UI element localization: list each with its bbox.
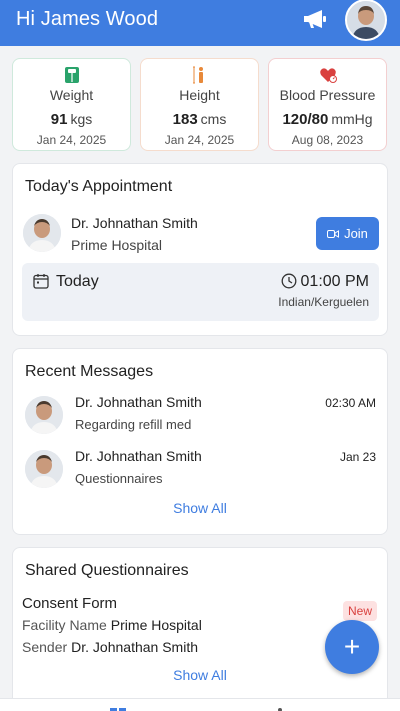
calendar-icon bbox=[33, 274, 49, 289]
shared-questionnaires-card: Shared Questionnaires Consent Form New F… bbox=[12, 547, 388, 707]
user-avatar[interactable] bbox=[345, 0, 387, 41]
message-subject: Regarding refill med bbox=[75, 417, 192, 432]
appointment-timezone: Indian/Kerguelen bbox=[278, 295, 369, 309]
height-person-icon bbox=[192, 66, 203, 84]
vital-label: Height bbox=[179, 87, 220, 103]
doctor-avatar bbox=[25, 450, 63, 488]
weight-scale-icon bbox=[64, 67, 79, 83]
vital-date: Aug 08, 2023 bbox=[291, 133, 364, 147]
vital-value: 91 kgs bbox=[50, 111, 93, 128]
video-icon bbox=[327, 229, 340, 238]
new-badge: New bbox=[342, 601, 377, 621]
appointment-time-box: Today 01:00 PM Indian/Kerguelen bbox=[22, 263, 379, 321]
vital-value: 183 cms bbox=[172, 111, 227, 128]
top-app-bar: Hi James Wood bbox=[0, 0, 400, 46]
vital-date: Jan 24, 2025 bbox=[36, 133, 107, 147]
vital-label: Blood Pressure bbox=[279, 87, 376, 103]
hospital-name: Prime Hospital bbox=[71, 237, 163, 253]
doctor-avatar bbox=[25, 396, 63, 434]
appointment-day: Today bbox=[56, 273, 99, 290]
appointment-time: 01:00 PM bbox=[300, 273, 369, 290]
message-time: 02:30 AM bbox=[325, 396, 376, 410]
messages-show-all-link[interactable]: Show All bbox=[13, 500, 387, 516]
message-sender[interactable]: Dr. Johnathan Smith bbox=[75, 394, 202, 410]
megaphone-icon[interactable] bbox=[302, 8, 328, 30]
section-title: Today's Appointment bbox=[25, 178, 173, 195]
join-label: Join bbox=[344, 226, 368, 241]
section-title: Recent Messages bbox=[25, 363, 154, 380]
sender-row: Sender Dr. Johnathan Smith bbox=[22, 639, 199, 655]
join-button[interactable]: Join bbox=[316, 217, 379, 250]
weight-card[interactable]: Weight 91 kgs Jan 24, 2025 bbox=[12, 58, 131, 151]
questionnaire-form-name[interactable]: Consent Form bbox=[22, 595, 117, 612]
height-card[interactable]: Height 183 cms Jan 24, 2025 bbox=[140, 58, 259, 151]
message-sender[interactable]: Dr. Johnathan Smith bbox=[75, 448, 202, 464]
clock-icon bbox=[281, 273, 297, 289]
add-fab-button[interactable]: + bbox=[325, 620, 379, 674]
recent-messages-card: Recent Messages Dr. Johnathan Smith Rega… bbox=[12, 348, 388, 535]
heart-pulse-icon bbox=[319, 68, 337, 83]
section-title: Shared Questionnaires bbox=[25, 562, 189, 579]
greeting-title: Hi James Wood bbox=[16, 8, 159, 30]
vital-date: Jan 24, 2025 bbox=[164, 133, 235, 147]
vital-label: Weight bbox=[49, 87, 94, 103]
bottom-navigation bbox=[0, 698, 400, 711]
vital-value: 120/80 mmHg bbox=[282, 111, 373, 128]
doctor-avatar bbox=[23, 214, 61, 252]
facility-row: Facility Name Prime Hospital bbox=[22, 617, 202, 633]
todays-appointment-card: Today's Appointment Dr. Johnathan Smith … bbox=[12, 163, 388, 336]
blood-pressure-card[interactable]: Blood Pressure 120/80 mmHg Aug 08, 2023 bbox=[268, 58, 387, 151]
doctor-name: Dr. Johnathan Smith bbox=[71, 215, 198, 231]
questionnaires-show-all-link[interactable]: Show All bbox=[13, 667, 387, 683]
message-time: Jan 23 bbox=[339, 450, 376, 464]
message-subject: Questionnaires bbox=[75, 471, 163, 486]
